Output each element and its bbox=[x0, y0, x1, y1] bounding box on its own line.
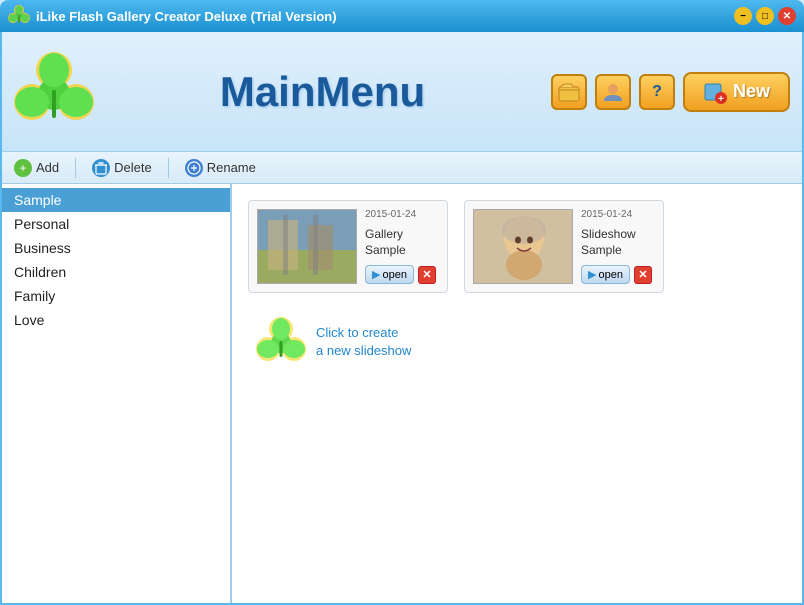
create-new-icon bbox=[256, 317, 306, 367]
delete-icon bbox=[92, 159, 110, 177]
gallery-name-1: SlideshowSample bbox=[581, 227, 655, 258]
gallery-area: 2015-01-24 GallerySample ▶ open ✕ bbox=[232, 184, 802, 603]
gallery-name-0: GallerySample bbox=[365, 227, 439, 258]
sidebar-item-children[interactable]: Children bbox=[2, 260, 230, 284]
header-buttons: ? + New bbox=[551, 72, 790, 112]
create-new-item[interactable]: Click to create a new slideshow bbox=[248, 309, 448, 375]
open-button-1[interactable]: ▶ open bbox=[581, 265, 630, 284]
gallery-thumb-1 bbox=[473, 209, 573, 284]
toolbar: + Add Delete Rename bbox=[2, 152, 802, 184]
open-button-0[interactable]: ▶ open bbox=[365, 265, 414, 284]
sidebar: Sample Personal Business Children Family… bbox=[2, 184, 232, 603]
gallery-item-1: 2015-01-24 SlideshowSample ▶ open ✕ bbox=[464, 200, 664, 293]
open-arrow-icon-1: ▶ bbox=[588, 268, 596, 281]
delete-item-button-1[interactable]: ✕ bbox=[634, 266, 652, 284]
content-area: Sample Personal Business Children Family… bbox=[2, 184, 802, 603]
gallery-actions-1: ▶ open ✕ bbox=[581, 265, 655, 284]
gallery-info-1: 2015-01-24 SlideshowSample ▶ open ✕ bbox=[581, 209, 655, 284]
user-button[interactable] bbox=[595, 74, 631, 110]
sidebar-item-personal[interactable]: Personal bbox=[2, 212, 230, 236]
window-controls: − □ ✕ bbox=[734, 7, 796, 25]
gallery-thumb-0 bbox=[257, 209, 357, 284]
new-button-label: New bbox=[733, 81, 770, 102]
add-label: Add bbox=[36, 160, 59, 175]
gallery-item-0: 2015-01-24 GallerySample ▶ open ✕ bbox=[248, 200, 448, 293]
rename-label: Rename bbox=[207, 160, 256, 175]
svg-text:+: + bbox=[718, 94, 724, 104]
add-icon: + bbox=[14, 159, 32, 177]
gallery-date-1: 2015-01-24 bbox=[581, 209, 655, 220]
app-logo-icon bbox=[8, 5, 30, 27]
rename-button[interactable]: Rename bbox=[185, 159, 256, 177]
rename-icon bbox=[185, 159, 203, 177]
help-button[interactable]: ? bbox=[639, 74, 675, 110]
separator-1 bbox=[75, 158, 76, 178]
minimize-button[interactable]: − bbox=[734, 7, 752, 25]
delete-item-button-0[interactable]: ✕ bbox=[418, 266, 436, 284]
main-title: MainMenu bbox=[94, 68, 551, 116]
create-new-text: Click to create a new slideshow bbox=[316, 324, 411, 360]
separator-2 bbox=[168, 158, 169, 178]
sidebar-item-family[interactable]: Family bbox=[2, 284, 230, 308]
open-arrow-icon: ▶ bbox=[372, 268, 380, 281]
folder-button[interactable] bbox=[551, 74, 587, 110]
gallery-info-0: 2015-01-24 GallerySample ▶ open ✕ bbox=[365, 209, 439, 284]
sidebar-item-love[interactable]: Love bbox=[2, 308, 230, 332]
sidebar-item-sample[interactable]: Sample bbox=[2, 188, 230, 212]
gallery-date-0: 2015-01-24 bbox=[365, 209, 439, 220]
add-button[interactable]: + Add bbox=[14, 159, 59, 177]
new-button[interactable]: + New bbox=[683, 72, 790, 112]
header-area: MainMenu ? bbox=[2, 32, 802, 152]
sidebar-item-business[interactable]: Business bbox=[2, 236, 230, 260]
delete-label: Delete bbox=[114, 160, 152, 175]
close-button[interactable]: ✕ bbox=[778, 7, 796, 25]
restore-button[interactable]: □ bbox=[756, 7, 774, 25]
app-logo bbox=[14, 52, 94, 132]
main-window: MainMenu ? bbox=[0, 32, 804, 605]
window-title: iLike Flash Gallery Creator Deluxe (Tria… bbox=[36, 9, 734, 24]
title-bar: iLike Flash Gallery Creator Deluxe (Tria… bbox=[0, 0, 804, 32]
delete-button[interactable]: Delete bbox=[92, 159, 152, 177]
gallery-actions-0: ▶ open ✕ bbox=[365, 265, 439, 284]
